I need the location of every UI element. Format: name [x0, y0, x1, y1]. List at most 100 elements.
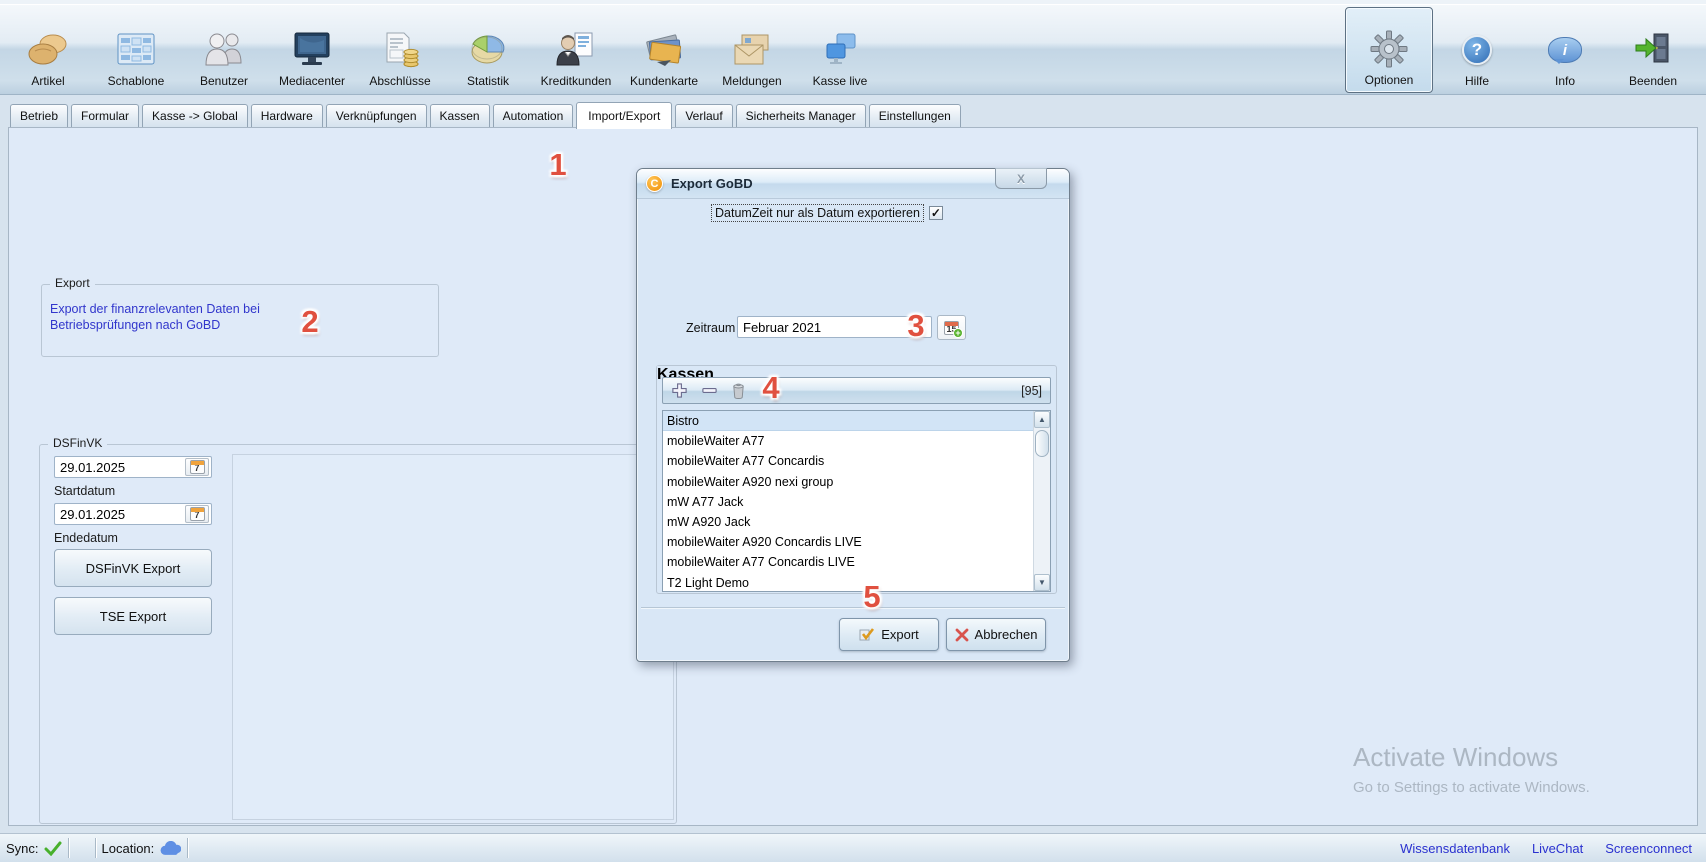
- list-item[interactable]: mobileWaiter A77 Concardis: [663, 451, 1050, 471]
- tab-formular[interactable]: Formular: [71, 104, 139, 128]
- export-check-icon: [859, 627, 875, 642]
- tab-hardware[interactable]: Hardware: [251, 104, 323, 128]
- kassen-list: Bistro mobileWaiter A77 mobileWaiter A77…: [662, 410, 1051, 592]
- location-status: Location:: [96, 834, 188, 862]
- toolbar-item-mediacenter[interactable]: Mediacenter: [268, 7, 356, 93]
- toolbar-item-label: Abschlüsse: [369, 74, 430, 88]
- livechat-link[interactable]: LiveChat: [1532, 841, 1583, 856]
- cancel-button[interactable]: Abbrechen: [946, 618, 1046, 651]
- toolbar-item-optionen[interactable]: Optionen: [1345, 7, 1433, 93]
- toolbar-item-label: Beenden: [1629, 74, 1677, 88]
- toolbar-item-meldungen[interactable]: Meldungen: [708, 7, 796, 93]
- sync-status: Sync:: [0, 834, 68, 862]
- delete-trash-button[interactable]: [731, 382, 746, 399]
- tab-import-export[interactable]: Import/Export: [576, 102, 672, 129]
- add-kasse-button[interactable]: [671, 382, 688, 399]
- toolbar-item-kasse-live[interactable]: Kasse live: [796, 7, 884, 93]
- tab-kasse-global[interactable]: Kasse -> Global: [142, 104, 248, 128]
- tab-betrieb[interactable]: Betrieb: [10, 104, 68, 128]
- app-logo-icon: C: [646, 175, 663, 192]
- kassen-count-badge: [95]: [1021, 384, 1042, 398]
- scrollbar-thumb[interactable]: [1035, 430, 1049, 457]
- toolbar-item-kundenkarte[interactable]: Kundenkarte: [620, 7, 708, 93]
- export-group-title: Export: [50, 276, 95, 290]
- list-item[interactable]: mobileWaiter A920 Concardis LIVE: [663, 532, 1050, 552]
- gobd-link-line2: Betriebsprüfungen nach GoBD: [50, 317, 260, 333]
- dialog-footer-separator: [641, 607, 1065, 608]
- credit-customer-icon: [553, 29, 599, 71]
- startdatum-field[interactable]: 29.01.2025 7: [54, 456, 212, 478]
- dsfinvk-content-panel: [232, 454, 674, 820]
- toolbar-left-group: Artikel Schablone Benutzer Mediacenter: [4, 5, 884, 94]
- toolbar-item-info[interactable]: i Info: [1521, 7, 1609, 93]
- toolbar-item-label: Statistik: [467, 74, 509, 88]
- toolbar-item-label: Optionen: [1365, 73, 1414, 87]
- list-item[interactable]: Bistro: [663, 411, 1050, 431]
- datumzeit-checkbox[interactable]: ✓: [929, 206, 943, 220]
- toolbar-item-statistik[interactable]: Statistik: [444, 7, 532, 93]
- cloud-icon: [159, 841, 181, 856]
- activate-windows-watermark: Activate Windows Go to Settings to activ…: [1353, 742, 1590, 796]
- list-item[interactable]: mW A77 Jack: [663, 492, 1050, 512]
- list-item[interactable]: mobileWaiter A920 nexi group: [663, 472, 1050, 492]
- zeitraum-calendar-button[interactable]: 15 +: [937, 315, 966, 340]
- calendar-icon: 7: [190, 507, 205, 521]
- list-item[interactable]: T2 Light Demo: [663, 573, 1050, 593]
- tab-automation[interactable]: Automation: [493, 104, 574, 128]
- scroll-up-icon[interactable]: ▲: [1034, 411, 1050, 428]
- toolbar-item-label: Artikel: [31, 74, 64, 88]
- gobd-export-link[interactable]: Export der finanzrelevanten Daten bei Be…: [50, 301, 260, 333]
- tab-kassen[interactable]: Kassen: [430, 104, 490, 128]
- dsfinvk-group-title: DSFinVK: [48, 436, 107, 450]
- toolbar-item-beenden[interactable]: Beenden: [1609, 7, 1697, 93]
- list-item[interactable]: mobileWaiter A77 Concardis LIVE: [663, 552, 1050, 572]
- zeitraum-value: Februar 2021: [738, 320, 931, 335]
- list-item[interactable]: mobileWaiter A77: [663, 431, 1050, 451]
- users-icon: [201, 29, 247, 71]
- screenconnect-link[interactable]: Screenconnect: [1605, 841, 1692, 856]
- toolbar-item-schablone[interactable]: Schablone: [92, 7, 180, 93]
- toolbar-item-benutzer[interactable]: Benutzer: [180, 7, 268, 93]
- template-grid-icon: [113, 29, 159, 71]
- toolbar-item-kreditkunden[interactable]: Kreditkunden: [532, 7, 620, 93]
- startdatum-calendar-button[interactable]: 7: [185, 458, 209, 476]
- tab-einstellungen[interactable]: Einstellungen: [869, 104, 961, 128]
- wissensdatenbank-link[interactable]: Wissensdatenbank: [1400, 841, 1510, 856]
- toolbar-item-label: Mediacenter: [279, 74, 345, 88]
- tab-sicherheits-manager[interactable]: Sicherheits Manager: [736, 104, 866, 128]
- sync-label: Sync:: [6, 841, 39, 856]
- toolbar-item-label: Benutzer: [200, 74, 248, 88]
- endedatum-calendar-button[interactable]: 7: [185, 505, 209, 523]
- toolbar-item-abschluesse[interactable]: Abschlüsse: [356, 7, 444, 93]
- toolbar-item-label: Schablone: [108, 74, 165, 88]
- toolbar-item-label: Hilfe: [1465, 74, 1489, 88]
- endedatum-field[interactable]: 29.01.2025 7: [54, 503, 212, 525]
- kassen-groupbox: Kassen [95] Bistro mobileWaiter A77 mobi…: [656, 365, 1057, 594]
- settings-tabstrip: Betrieb Formular Kasse -> Global Hardwar…: [10, 100, 1696, 128]
- annotation-2: 2: [301, 304, 318, 340]
- watermark-line2: Go to Settings to activate Windows.: [1353, 779, 1590, 796]
- toolbar-item-label: Info: [1555, 74, 1575, 88]
- kassen-scrollbar[interactable]: ▲ ▼: [1033, 411, 1050, 591]
- annotation-3: 3: [907, 308, 924, 344]
- bread-icon: [25, 29, 71, 71]
- dialog-close-button[interactable]: X: [995, 168, 1047, 189]
- export-button-label: Export: [881, 627, 919, 642]
- tab-verlauf[interactable]: Verlauf: [675, 104, 732, 128]
- dsfinvk-groupbox: DSFinVK 29.01.2025 7 Startdatum 29.01.20…: [39, 444, 677, 824]
- toolbar-item-hilfe[interactable]: ? Hilfe: [1433, 7, 1521, 93]
- list-item[interactable]: mW A920 Jack: [663, 512, 1050, 532]
- cancel-x-icon: [955, 628, 969, 642]
- scroll-down-icon[interactable]: ▼: [1034, 574, 1050, 591]
- remove-kasse-button[interactable]: [701, 382, 718, 399]
- statusbar-divider: [187, 838, 188, 858]
- zeitraum-input[interactable]: Februar 2021: [737, 316, 932, 338]
- dsfinvk-export-button[interactable]: DSFinVK Export: [54, 549, 212, 587]
- export-button[interactable]: Export: [839, 618, 939, 651]
- status-bar: Sync: Location: Wissensdatenbank LiveCha…: [0, 833, 1706, 862]
- zeitraum-label: Zeitraum: [686, 321, 735, 335]
- tse-export-button[interactable]: TSE Export: [54, 597, 212, 635]
- toolbar-item-artikel[interactable]: Artikel: [4, 7, 92, 93]
- startdatum-value: 29.01.2025: [55, 460, 185, 475]
- tab-verknuepfungen[interactable]: Verknüpfungen: [326, 104, 427, 128]
